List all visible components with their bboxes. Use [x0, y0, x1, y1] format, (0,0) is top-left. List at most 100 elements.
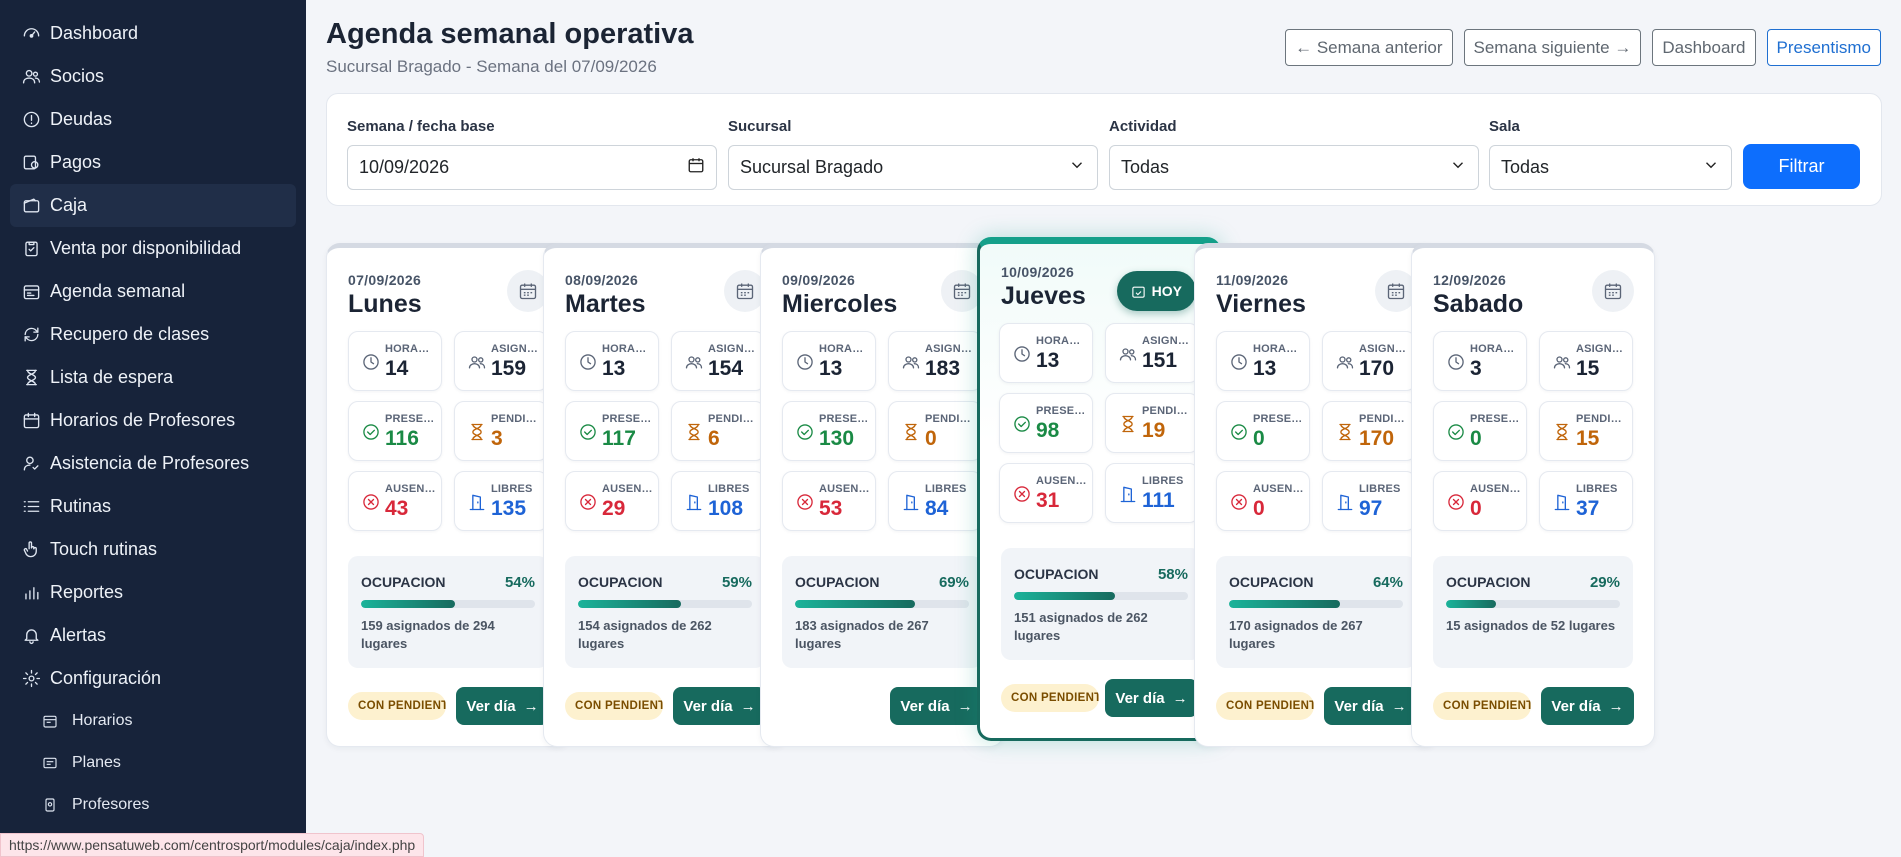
stat-label: PENDIENTES — [925, 413, 977, 425]
sidebar-item-venta-disponibilidad[interactable]: Venta por disponibilidad — [10, 227, 296, 270]
day-calendar-button[interactable] — [1592, 270, 1634, 312]
stat-label: AUSENTES — [1470, 483, 1522, 495]
day-name: Martes — [565, 290, 646, 318]
stat-horarios: HORARIOS 14 — [348, 331, 442, 391]
sidebar-item-configuracion[interactable]: Configuración — [10, 657, 296, 700]
occupancy-panel: OCUPACION 58% 151 asignados de 262 lugar… — [1001, 548, 1201, 660]
occupancy-label: OCUPACION — [795, 574, 880, 590]
occupancy-bar — [578, 600, 752, 608]
gear-icon — [20, 668, 42, 690]
sidebar-item-label: Recupero de clases — [50, 324, 210, 344]
room-filter-label: Sala — [1489, 118, 1520, 135]
sidebar-item-rutinas[interactable]: Rutinas — [10, 485, 296, 528]
hourglass-icon — [1118, 414, 1138, 434]
hand-pointer-icon — [20, 539, 42, 561]
door-open-icon — [1335, 492, 1355, 512]
sidebar-item-horarios-profesores[interactable]: Horarios de Profesores — [10, 399, 296, 442]
stat-label: PENDIENTES — [491, 413, 543, 425]
stat-label: LIBRES — [1142, 475, 1184, 487]
ver-dia-label: Ver día — [900, 697, 950, 715]
week-date-input[interactable]: 10/09/2026 — [347, 145, 717, 190]
pending-badge: CON PENDIENTES — [1433, 692, 1531, 720]
ver-dia-button[interactable]: Ver día → — [1324, 687, 1417, 725]
sidebar-item-label: Caja — [50, 195, 88, 215]
sidebar-item-lista-espera[interactable]: Lista de espera — [10, 356, 296, 399]
payments-icon — [20, 152, 42, 174]
sidebar-item-alertas[interactable]: Alertas — [10, 614, 296, 657]
occupancy-bar-fill — [578, 600, 681, 608]
stat-ausentes: AUSENTES 0 — [1433, 471, 1527, 531]
sidebar-subitem-label: Planes — [72, 754, 121, 771]
stat-pendientes: PENDIENTES 6 — [671, 401, 765, 461]
activity-select[interactable]: Todas — [1109, 145, 1479, 190]
sidebar-item-asistencia-profesores[interactable]: Asistencia de Profesores — [10, 442, 296, 485]
door-open-icon — [1552, 492, 1572, 512]
hourglass-icon — [1335, 422, 1355, 442]
sidebar-item-caja[interactable]: Caja — [10, 184, 296, 227]
branch-select[interactable]: Sucursal Bragado — [728, 145, 1098, 190]
sidebar-subitem-label: Horarios — [72, 712, 133, 729]
stat-ausentes: AUSENTES 0 — [1216, 471, 1310, 531]
presentismo-button[interactable]: Presentismo — [1766, 29, 1881, 66]
sidebar-item-recupero-clases[interactable]: Recupero de clases — [10, 313, 296, 356]
sidebar-item-pagos[interactable]: Pagos — [10, 141, 296, 184]
sidebar-item-label: Reportes — [50, 582, 124, 602]
stat-asignados: ASIGNADOS 183 — [888, 331, 982, 391]
sidebar-item-label: Agenda semanal — [50, 281, 186, 301]
ver-dia-label: Ver día — [1551, 697, 1601, 715]
stat-libres: LIBRES 111 — [1105, 463, 1199, 523]
calendar-picker-icon[interactable] — [687, 156, 705, 179]
filter-button[interactable]: Filtrar — [1743, 144, 1860, 189]
sidebar-item-agenda-semanal[interactable]: Agenda semanal — [10, 270, 296, 313]
sidebar-subitem-horarios[interactable]: Horarios — [30, 700, 306, 742]
stat-value: 135 — [491, 497, 527, 520]
sidebar-item-socios[interactable]: Socios — [10, 55, 296, 98]
day-card: 07/09/2026 Lunes HORARIOS 14 ASIGNADOS 1… — [326, 243, 570, 747]
card-icon — [40, 753, 60, 773]
users-icon — [901, 352, 921, 372]
stat-label: PRESENTES — [1470, 413, 1522, 425]
stat-value: 13 — [602, 357, 626, 380]
day-card: 08/09/2026 Martes HORARIOS 13 ASIGNADOS … — [543, 243, 787, 747]
calendar-icon — [736, 283, 754, 300]
ver-dia-button[interactable]: Ver día → — [1105, 679, 1198, 717]
check-circle-icon — [1229, 422, 1249, 442]
stat-value: 3 — [1470, 357, 1482, 380]
stat-label: AUSENTES — [602, 483, 654, 495]
ver-dia-button[interactable]: Ver día → — [890, 687, 983, 725]
prev-week-button[interactable]: ← Semana anterior — [1285, 29, 1453, 66]
sidebar-item-label: Lista de espera — [50, 367, 174, 387]
clock-icon — [795, 352, 815, 372]
occupancy-bar — [795, 600, 969, 608]
ver-dia-button[interactable]: Ver día → — [1541, 687, 1634, 725]
calendar-icon — [1604, 283, 1622, 300]
day-name: Lunes — [348, 290, 422, 318]
hourglass-icon — [684, 422, 704, 442]
sidebar-item-dashboard[interactable]: Dashboard — [10, 12, 296, 55]
x-circle-icon — [1229, 492, 1249, 512]
calendar-check-icon — [1131, 286, 1145, 298]
stat-label: LIBRES — [708, 483, 750, 495]
occupancy-text: 159 asignados de 294 lugares — [361, 618, 495, 651]
clock-icon — [1229, 352, 1249, 372]
room-select[interactable]: Todas — [1489, 145, 1732, 190]
hourglass-icon — [467, 422, 487, 442]
next-week-button[interactable]: Semana siguiente → — [1463, 29, 1642, 66]
sidebar-item-label: Rutinas — [50, 496, 112, 516]
sidebar-item-touch-rutinas[interactable]: Touch rutinas — [10, 528, 296, 571]
users-icon — [467, 352, 487, 372]
day-date: 11/09/2026 — [1216, 272, 1289, 288]
ver-dia-button[interactable]: Ver día → — [673, 687, 766, 725]
ver-dia-button[interactable]: Ver día → — [456, 687, 549, 725]
sidebar-subitem-profesores[interactable]: Profesores — [30, 784, 306, 826]
dashboard-button[interactable]: Dashboard — [1652, 29, 1756, 66]
today-badge: HOY — [1116, 271, 1196, 311]
sidebar-item-reportes[interactable]: Reportes — [10, 571, 296, 614]
calendar-icon — [519, 283, 537, 300]
sidebar-item-deudas[interactable]: Deudas — [10, 98, 296, 141]
arrow-right-icon: → — [1608, 697, 1624, 715]
stat-label: AUSENTES — [1036, 475, 1088, 487]
stat-value: 31 — [1036, 489, 1060, 512]
sidebar-item-label: Configuración — [50, 668, 162, 688]
sidebar-subitem-planes[interactable]: Planes — [30, 742, 306, 784]
